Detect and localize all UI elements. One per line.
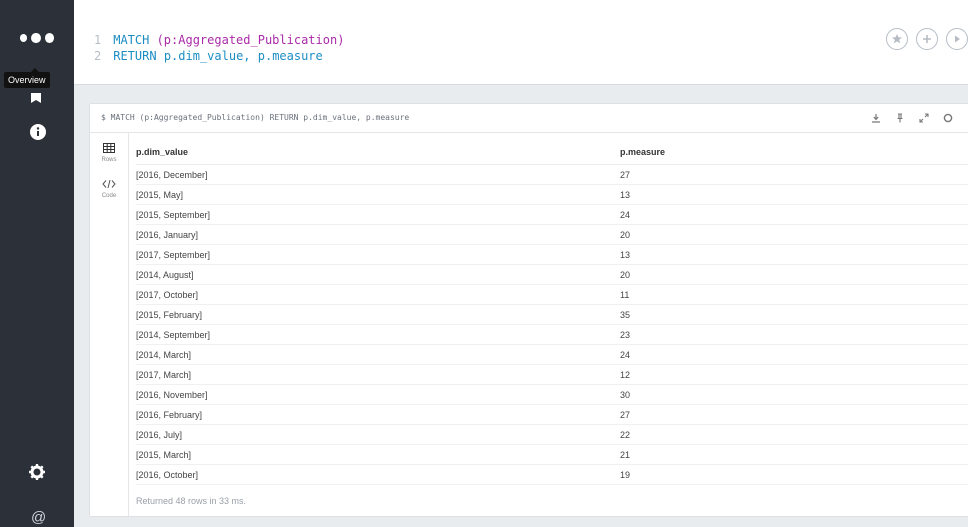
status-message: Returned 48 rows in 33 ms. [136,496,247,506]
code-line: 1 MATCH (p:Aggregated_Publication) [94,32,344,48]
favorite-star-icon[interactable] [886,28,908,50]
table-row: [2016, January] 20 [136,224,968,245]
table-cell: 20 [620,224,968,245]
table-cell: 12 [620,364,968,385]
table-cell: [2016, November] [136,384,620,405]
table-cell: 27 [620,404,968,425]
result-frame: $ MATCH (p:Aggregated_Publication) RETUR… [90,104,968,516]
code-text: (p:Aggregated_Publication) [149,33,345,47]
table-row: [2016, December] 27 [136,164,968,185]
table-row: [2015, March] 21 [136,444,968,465]
sidebar: Overview @ [0,0,74,527]
column-header[interactable]: p.dim_value [136,140,620,165]
star-icon[interactable] [28,90,44,103]
table-cell: [2014, September] [136,324,620,345]
table-cell: [2016, July] [136,424,620,445]
table-row: [2015, February] 35 [136,304,968,325]
dots-logo-icon[interactable] [20,32,54,44]
table-cell: [2016, January] [136,224,620,245]
keyword: MATCH [113,33,150,47]
table-cell: 22 [620,424,968,445]
info-icon[interactable] [30,124,46,140]
table-row: [2015, September] 24 [136,204,968,225]
results-table-wrap: p.dim_value p.measure [2016, December] 27… [136,140,968,485]
table-row: [2016, November] 30 [136,384,968,405]
table-icon [103,143,115,153]
table-row: [2016, October] 19 [136,464,968,485]
table-row: [2016, February] 27 [136,404,968,425]
table-cell: [2017, March] [136,364,620,385]
view-nav: Rows Code [90,133,129,516]
table-cell: 13 [620,184,968,205]
table-row: [2015, May] 13 [136,184,968,205]
gear-icon[interactable] [28,463,46,481]
table-row: [2014, March] 24 [136,344,968,365]
column-header[interactable]: p.measure [620,140,968,165]
view-label: Code [101,193,117,199]
add-plus-icon[interactable] [916,28,938,50]
table-cell: 35 [620,304,968,325]
table-cell: 23 [620,324,968,345]
results-table: p.dim_value p.measure [2016, December] 27… [136,140,968,485]
table-cell: [2015, March] [136,444,620,465]
table-cell: [2015, September] [136,204,620,225]
table-row: [2017, September] 13 [136,244,968,265]
code-text: p.dim_value, p.measure [156,49,323,63]
view-code-tab[interactable]: Code [90,179,128,199]
table-cell: [2017, September] [136,244,620,265]
code-line: 2 RETURN p.dim_value, p.measure [94,48,344,64]
keyword: RETURN [113,49,157,63]
expand-icon[interactable] [912,110,936,126]
table-row: [2014, September] 23 [136,324,968,345]
frame-title[interactable]: $ MATCH (p:Aggregated_Publication) RETUR… [101,113,409,122]
table-cell: [2014, August] [136,264,620,285]
table-cell: 19 [620,464,968,485]
table-row: [2017, March] 12 [136,364,968,385]
table-cell: 24 [620,204,968,225]
table-row: [2016, July] 22 [136,424,968,445]
at-icon[interactable]: @ [31,510,46,525]
view-rows-tab[interactable]: Rows [90,143,128,163]
code-lines[interactable]: 1 MATCH (p:Aggregated_Publication) 2 RET… [94,32,344,64]
table-cell: 13 [620,244,968,265]
table-row: [2014, August] 20 [136,264,968,285]
editor-buttons [886,28,968,50]
table-cell: [2014, March] [136,344,620,365]
overview-tooltip: Overview [4,68,50,88]
frame-header: $ MATCH (p:Aggregated_Publication) RETUR… [90,104,968,133]
view-label: Rows [101,157,117,163]
table-header-row: p.dim_value p.measure [136,140,968,165]
table-cell: 27 [620,164,968,185]
frame-actions [864,110,960,126]
table-cell: 20 [620,264,968,285]
table-cell: [2016, February] [136,404,620,425]
table-cell: 24 [620,344,968,365]
table-cell: 11 [620,284,968,305]
table-row: [2017, October] 11 [136,284,968,305]
table-cell: [2016, December] [136,164,620,185]
pin-icon[interactable] [888,110,912,126]
table-cell: 21 [620,444,968,465]
code-icon [102,179,116,189]
table-cell: 30 [620,384,968,405]
query-editor[interactable]: 1 MATCH (p:Aggregated_Publication) 2 RET… [74,0,968,85]
table-cell: [2016, October] [136,464,620,485]
close-icon[interactable] [936,110,960,126]
download-icon[interactable] [864,110,888,126]
line-number: 2 [94,49,102,63]
run-play-icon[interactable] [946,28,968,50]
table-cell: [2015, February] [136,304,620,325]
table-cell: [2017, October] [136,284,620,305]
table-cell: [2015, May] [136,184,620,205]
line-number: 1 [94,33,102,47]
